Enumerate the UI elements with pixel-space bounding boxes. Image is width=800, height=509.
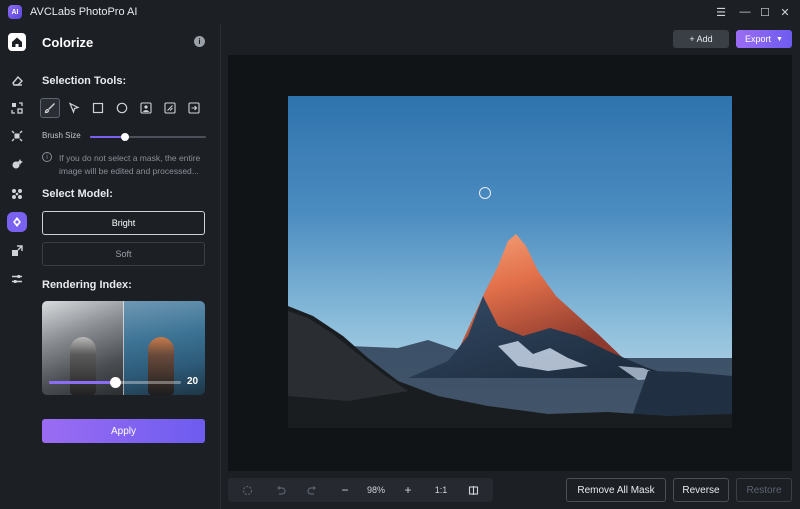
panel-divider: [220, 24, 221, 509]
tool-rail: [0, 24, 34, 509]
replace-icon[interactable]: [7, 98, 27, 118]
selection-tools: [40, 98, 204, 118]
adjust-icon[interactable]: [7, 269, 27, 289]
crop-icon[interactable]: [7, 241, 27, 261]
preview-person-color: [148, 337, 174, 395]
app-logo: AI: [8, 5, 22, 19]
ellipse-select-icon[interactable]: [112, 98, 132, 118]
brush-icon[interactable]: [40, 98, 60, 118]
pen-tool-icon[interactable]: [64, 98, 84, 118]
restore-button[interactable]: Restore: [736, 478, 792, 502]
preview-person-grayscale: [70, 337, 96, 395]
eraser-icon[interactable]: [7, 71, 27, 91]
title-bar: AI AVCLabs PhotoPro AI ☰ — ☐ ✕: [0, 0, 800, 24]
zoom-level: 98%: [366, 485, 385, 495]
reset-icon[interactable]: [240, 482, 254, 498]
rendering-preview: 20: [42, 301, 205, 395]
remove-all-mask-button[interactable]: Remove All Mask: [566, 478, 666, 502]
person-select-icon[interactable]: [136, 98, 156, 118]
select-model-label: Select Model:: [42, 188, 113, 200]
magic-icon[interactable]: [7, 154, 27, 174]
export-label: Export: [745, 34, 772, 44]
rendering-index-handle[interactable]: [110, 377, 121, 388]
model-soft-button[interactable]: Soft: [42, 242, 205, 266]
colorize-panel: Colorize i Selection Tools: Brush Size i…: [34, 24, 220, 509]
brush-size-fill: [90, 136, 125, 138]
export-button[interactable]: Export ▼: [736, 30, 792, 48]
model-bright-button[interactable]: Bright: [42, 211, 205, 235]
add-button[interactable]: + Add: [673, 30, 729, 48]
apply-button[interactable]: Apply: [42, 419, 205, 443]
app-title: AVCLabs PhotoPro AI: [30, 6, 138, 18]
object-select-icon[interactable]: [160, 98, 180, 118]
blur-icon[interactable]: [7, 184, 27, 204]
rendering-index-fill: [49, 381, 115, 384]
brush-size-label: Brush Size: [42, 131, 81, 140]
reverse-button[interactable]: Reverse: [673, 478, 729, 502]
rendering-index-label: Rendering Index:: [42, 279, 132, 291]
close-icon[interactable]: ✕: [777, 4, 793, 20]
view-toolbar: − 98% + 1:1: [228, 478, 493, 502]
rectangle-select-icon[interactable]: [88, 98, 108, 118]
selection-tools-label: Selection Tools:: [42, 75, 127, 87]
home-icon[interactable]: [8, 33, 26, 51]
actual-size-button[interactable]: 1:1: [431, 482, 451, 498]
info-icon[interactable]: i: [194, 36, 205, 47]
redo-icon[interactable]: [305, 482, 319, 498]
mountain-photo[interactable]: [288, 96, 732, 428]
brush-size-slider[interactable]: [90, 133, 206, 141]
enhance-icon[interactable]: [7, 126, 27, 146]
chevron-down-icon: ▼: [776, 35, 783, 43]
import-mask-icon[interactable]: [184, 98, 204, 118]
colorize-icon[interactable]: [7, 212, 27, 232]
mask-hint-text: If you do not select a mask, the entire …: [59, 153, 201, 176]
menu-icon[interactable]: ☰: [713, 4, 729, 20]
brush-cursor: [479, 187, 491, 199]
brush-size-handle[interactable]: [120, 133, 129, 141]
minimize-icon[interactable]: —: [737, 4, 753, 20]
zoom-out-icon[interactable]: −: [338, 482, 352, 498]
rendering-index-slider[interactable]: [49, 377, 181, 388]
image-canvas[interactable]: [228, 55, 792, 471]
zoom-in-icon[interactable]: +: [401, 482, 415, 498]
panel-title: Colorize: [42, 35, 94, 50]
maximize-icon[interactable]: ☐: [757, 4, 773, 20]
hint-info-icon: i: [42, 152, 52, 162]
rendering-index-value: 20: [187, 376, 199, 387]
undo-icon[interactable]: [273, 482, 287, 498]
compare-icon[interactable]: [466, 482, 480, 498]
